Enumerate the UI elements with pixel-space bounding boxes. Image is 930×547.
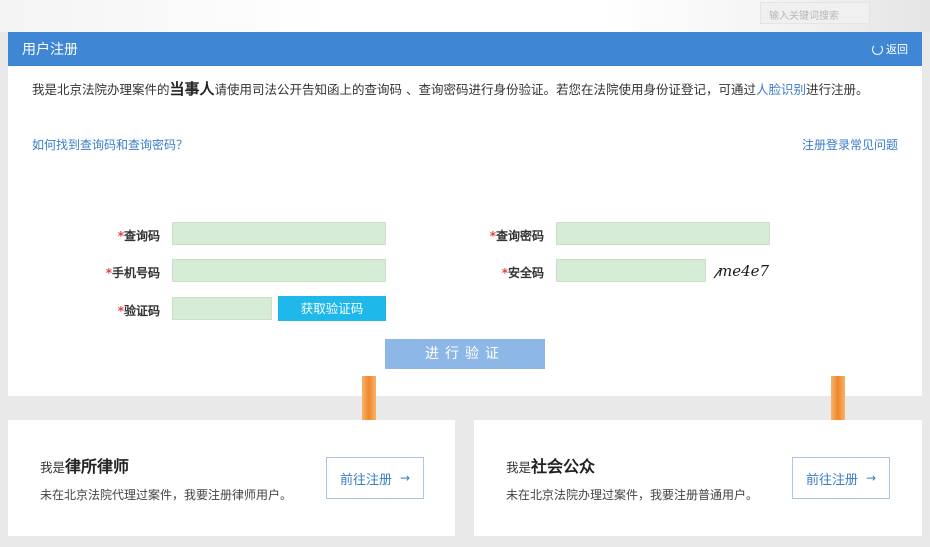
card-desc: 未在北京法院办理过案件，我要注册普通用户。	[506, 488, 759, 502]
card-title-main: 社会公众	[531, 457, 596, 476]
query-code-label-text: 查询码	[123, 229, 160, 243]
verify-code-input[interactable]	[172, 297, 272, 320]
intro-text: 我是北京法院办理案件的当事人请使用司法公开告知函上的查询码 、查询密码进行身份验…	[32, 74, 892, 105]
arrow-right-icon: →	[865, 471, 877, 485]
card-title-prefix: 我是	[40, 460, 66, 475]
security-code-label: *安全码	[464, 264, 544, 281]
face-recognition-link[interactable]: 人脸识别	[756, 82, 806, 97]
verify-code-label: *验证码	[80, 302, 160, 319]
public-card: 我是社会公众 未在北京法院办理过案件，我要注册普通用户。 前往注册 →	[474, 420, 922, 536]
intro-part2: 请使用司法公开告知函上的查询码 、查询密码进行身份验证。若您在法院使用身份证登记…	[214, 82, 757, 97]
phone-label: *手机号码	[80, 264, 160, 281]
phone-label-text: 手机号码	[111, 266, 160, 280]
public-register-button[interactable]: 前往注册 →	[792, 457, 890, 499]
refresh-back-icon	[872, 43, 883, 55]
lawyer-register-button[interactable]: 前往注册 →	[326, 457, 424, 499]
phone-input[interactable]	[172, 259, 386, 282]
intro-part3: 进行注册。	[806, 82, 869, 97]
card-desc: 未在北京法院代理过案件，我要注册律师用户。	[40, 488, 293, 502]
query-password-label-text: 查询密码	[495, 229, 544, 243]
card-title: 我是律所律师	[40, 453, 129, 477]
captcha-image[interactable]: me4e7	[712, 258, 772, 282]
search-input[interactable]: 输入关键词搜索	[760, 2, 870, 24]
find-code-link[interactable]: 如何找到查询码和查询密码？	[32, 136, 188, 153]
captcha-text: me4e7	[718, 262, 770, 280]
panel-title: 用户注册	[22, 42, 78, 58]
query-code-label: *查询码	[80, 227, 160, 244]
query-password-label: *查询密码	[464, 227, 544, 244]
verify-code-label-text: 验证码	[123, 304, 160, 318]
lawyer-card: 我是律所律师 未在北京法院代理过案件，我要注册律师用户。 前往注册 →	[8, 420, 455, 536]
security-code-label-text: 安全码	[507, 266, 544, 280]
register-button-label: 前往注册	[339, 472, 392, 488]
submit-verify-button[interactable]: 进行验证	[385, 339, 545, 369]
faq-link[interactable]: 注册登录常见问题	[802, 136, 898, 153]
card-title-prefix: 我是	[506, 460, 532, 475]
arrow-right-icon: →	[399, 471, 411, 485]
card-title-main: 律所律师	[65, 457, 130, 476]
back-label: 返回	[886, 43, 908, 56]
intro-part1: 我是北京法院办理案件的	[32, 82, 170, 97]
query-code-input[interactable]	[172, 222, 386, 245]
card-title: 我是社会公众	[506, 453, 595, 477]
back-button[interactable]: 返回	[872, 41, 908, 57]
register-button-label: 前往注册	[805, 472, 858, 488]
security-code-input[interactable]	[556, 259, 706, 282]
query-password-input[interactable]	[556, 222, 770, 245]
panel-header: 用户注册 返回	[8, 32, 922, 66]
intro-emphasis: 当事人	[169, 80, 215, 98]
top-bar: 输入关键词搜索	[0, 0, 930, 32]
get-code-button[interactable]: 获取验证码	[278, 296, 386, 321]
